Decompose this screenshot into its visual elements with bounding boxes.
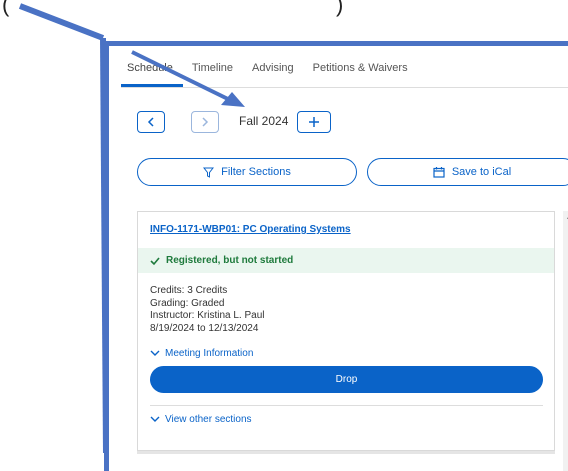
arrow-annotation	[18, 3, 245, 453]
